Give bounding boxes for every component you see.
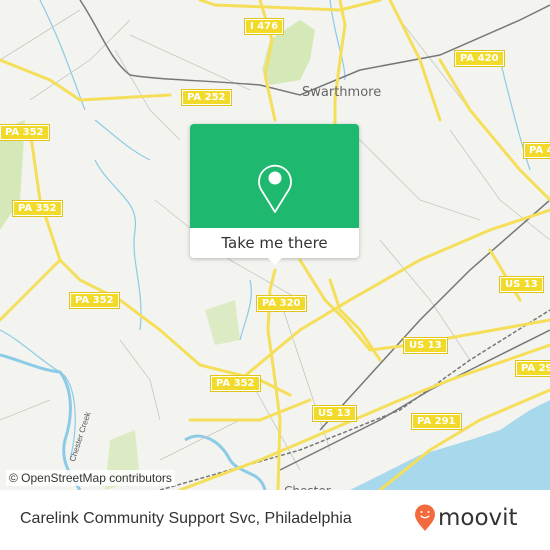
map-canvas[interactable]: I 476 PA 420 PA 252 PA 352 PA 352 PA 352… [0,0,550,490]
place-name: Carelink Community Support Svc, Philadel… [20,510,352,527]
road-shield-us13: US 13 [499,276,544,293]
road-shield-pa252: PA 252 [181,89,232,106]
moovit-pin-icon [415,504,435,531]
road-shield-pa320: PA 320 [256,295,307,312]
road-shield-i476: I 476 [243,18,285,35]
location-popup[interactable]: Take me there [190,124,359,265]
road-shield-us13: US 13 [403,337,448,354]
popup-header [190,124,359,228]
popup-pointer [268,258,282,265]
road-shield-pa352: PA 352 [0,124,50,141]
road-shield-pa29: PA 29 [515,360,550,377]
place-label-swarthmore: Swarthmore [302,85,382,100]
road-shield-pa352: PA 352 [69,292,120,309]
footer-bar: Carelink Community Support Svc, Philadel… [0,490,550,550]
brand-name: moovit [438,505,518,531]
take-me-there-button[interactable]: Take me there [190,228,359,258]
map-attribution[interactable]: © OpenStreetMap contributors [6,470,175,486]
road-shield-pa291: PA 291 [411,413,462,430]
road-shield-pa352: PA 352 [12,200,63,217]
road-shield-pa352: PA 352 [210,375,261,392]
road-shield-pa4: PA 4 [523,142,550,159]
moovit-logo[interactable]: moovit [414,504,518,532]
road-shield-pa420: PA 420 [454,50,505,67]
park-area [205,300,240,345]
map-pin-icon [258,164,292,213]
road-shield-us13: US 13 [312,405,357,422]
